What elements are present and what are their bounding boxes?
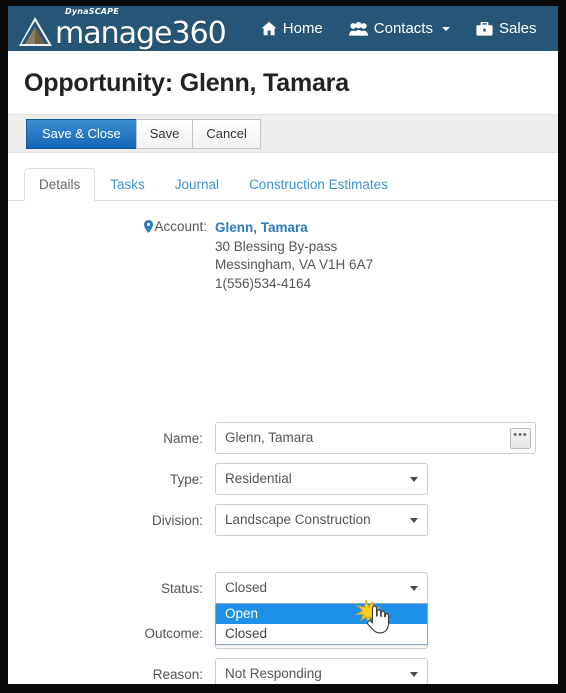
form-row-reason: Reason: Not Responding [8, 658, 558, 684]
briefcase-icon [476, 21, 493, 36]
screenshot-frame: DynaSCAPE manage360 Home Contacts Sales … [0, 0, 566, 693]
logo-brand-small: DynaSCAPE [65, 6, 119, 16]
account-section: Account: Glenn, Tamara 30 Blessing By-pa… [8, 201, 558, 293]
application-window: DynaSCAPE manage360 Home Contacts Sales … [8, 6, 558, 684]
type-label: Type: [169, 471, 203, 487]
status-option-closed[interactable]: Closed [216, 624, 427, 644]
status-select-value: Closed [225, 580, 268, 595]
account-phone: 1(556)534-4164 [215, 275, 312, 291]
opportunity-form: Name: Glenn, Tamara ••• Type: Residentia… [8, 293, 558, 684]
account-details: Glenn, Tamara 30 Blessing By-pass Messin… [215, 219, 373, 293]
nav-item-contacts-label: Contacts [373, 20, 433, 37]
tab-construction-estimates[interactable]: Construction Estimates [234, 168, 403, 201]
mountain-logo-icon [19, 16, 52, 46]
save-and-close-button[interactable]: Save & Close [26, 118, 137, 149]
nav-item-home[interactable]: Home [248, 6, 336, 51]
chevron-down-icon [410, 476, 418, 482]
status-option-open[interactable]: Open [216, 604, 427, 624]
account-street: 30 Blessing By-pass [215, 238, 338, 254]
chevron-down-icon [410, 517, 418, 523]
account-label: Account: [154, 219, 207, 234]
app-logo[interactable]: DynaSCAPE manage360 [16, 6, 227, 51]
action-toolbar: Save & Close Save Cancel [8, 114, 558, 153]
nav-item-sales-label: Sales [498, 20, 537, 37]
tab-journal[interactable]: Journal [160, 168, 234, 201]
division-select-value: Landscape Construction [225, 512, 371, 527]
status-label: Status: [160, 580, 203, 596]
reason-select[interactable]: Not Responding [215, 658, 428, 684]
home-icon [261, 21, 277, 36]
status-dropdown-list[interactable]: Open Closed [215, 603, 428, 645]
users-icon [348, 21, 368, 36]
nav-item-sales[interactable]: Sales [463, 6, 550, 51]
reason-select-value: Not Responding [225, 666, 322, 681]
top-navigation-bar: DynaSCAPE manage360 Home Contacts Sales [8, 6, 558, 51]
chevron-down-icon [410, 585, 418, 591]
name-input-value: Glenn, Tamara [225, 430, 314, 445]
type-select-value: Residential [225, 471, 292, 486]
form-row-type: Type: Residential [8, 463, 558, 495]
account-label-column: Account: [8, 219, 215, 293]
form-row-name: Name: Glenn, Tamara ••• [8, 422, 558, 454]
save-button[interactable]: Save [135, 118, 194, 149]
tab-bar: Details Tasks Journal Construction Estim… [8, 167, 558, 201]
cancel-button[interactable]: Cancel [192, 118, 261, 149]
division-select[interactable]: Landscape Construction [215, 504, 428, 536]
form-row-status: Status: Closed Open Closed [8, 572, 558, 645]
tab-details[interactable]: Details [24, 168, 96, 201]
map-pin-icon [144, 220, 154, 233]
outcome-label: Outcome: [144, 625, 203, 641]
chevron-down-icon [441, 26, 450, 31]
name-input[interactable]: Glenn, Tamara ••• [215, 422, 536, 454]
name-label: Name: [163, 430, 203, 446]
nav-item-contacts[interactable]: Contacts [336, 6, 463, 51]
ellipsis-button-icon[interactable]: ••• [510, 428, 531, 449]
nav-item-home-label: Home [282, 20, 323, 37]
division-label: Division: [151, 512, 203, 528]
reason-label: Reason: [152, 666, 203, 682]
page-title: Opportunity: Glenn, Tamara [24, 69, 349, 97]
chevron-down-icon [410, 671, 418, 677]
logo-wordmark: manage360 [55, 15, 227, 51]
status-select[interactable]: Closed [215, 572, 428, 604]
account-city-state-zip: Messingham, VA V1H 6A7 [215, 257, 374, 272]
type-select[interactable]: Residential [215, 463, 428, 495]
account-name-link[interactable]: Glenn, Tamara [215, 219, 373, 238]
tab-tasks[interactable]: Tasks [95, 168, 160, 201]
form-row-division: Division: Landscape Construction [8, 504, 558, 536]
